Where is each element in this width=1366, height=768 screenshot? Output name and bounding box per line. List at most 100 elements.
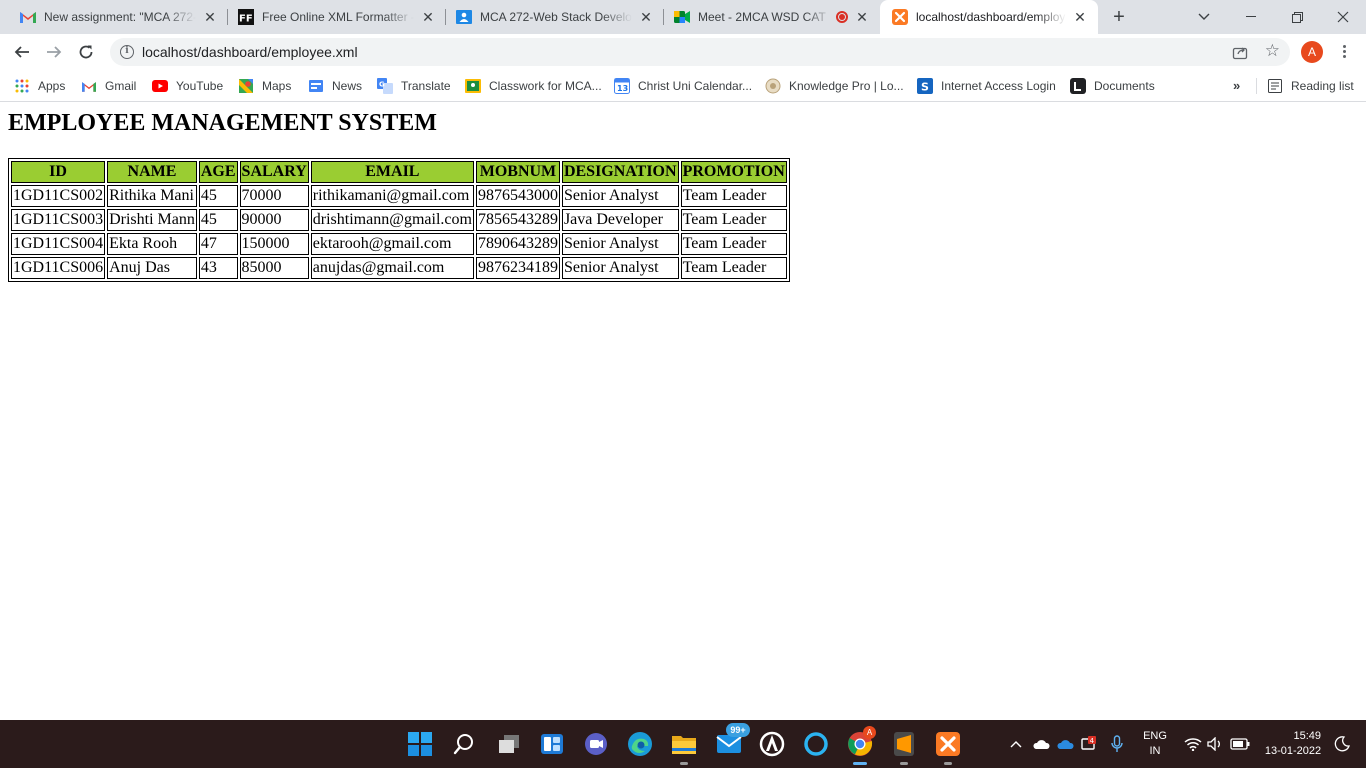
reload-button[interactable] (72, 38, 100, 66)
cell-salary: 90000 (239, 209, 309, 231)
bookmark-gmail[interactable]: Gmail (81, 76, 136, 96)
column-header-id: ID (11, 161, 106, 183)
column-header-designation: DESIGNATION (561, 161, 679, 183)
cortana-icon[interactable] (801, 729, 831, 759)
cell-age: 45 (198, 209, 238, 231)
freeformatter-icon: FF (238, 9, 254, 25)
cell-promotion: Team Leader (680, 185, 787, 207)
share-icon[interactable] (1232, 44, 1248, 60)
cell-age: 47 (198, 233, 238, 255)
bookmark-label: News (332, 79, 363, 93)
bookmark-documents[interactable]: Documents (1070, 76, 1155, 96)
bookmark-calendar[interactable]: 13 Christ Uni Calendar... (614, 76, 752, 96)
column-header-promotion: PROMOTION (680, 161, 787, 183)
task-view-icon[interactable] (494, 729, 524, 759)
gmail-icon (20, 9, 36, 25)
clock-date: 13-01-2022 (1264, 745, 1322, 757)
youtube-icon (152, 78, 168, 94)
restore-icon[interactable] (1274, 0, 1320, 34)
cell-age: 45 (198, 185, 238, 207)
close-tab-icon[interactable]: ✕ (638, 9, 654, 25)
tab-classroom[interactable]: MCA 272-Web Stack Develop ✕ (446, 0, 664, 34)
taskbar-search-icon[interactable] (449, 729, 479, 759)
tab-title: New assignment: "MCA 272- (44, 10, 196, 24)
address-bar[interactable]: i localhost/dashboard/employee.xml ☆ (110, 38, 1290, 66)
clock[interactable]: 15:49 13-01-2022 (1258, 729, 1328, 759)
tab-title: Meet - 2MCA WSD CAT (698, 10, 826, 24)
profile-avatar[interactable]: A (1301, 41, 1323, 63)
edge-icon[interactable] (625, 729, 655, 759)
bookmark-translate[interactable]: G Translate (377, 76, 451, 96)
bookmark-internet-login[interactable]: S Internet Access Login (917, 76, 1056, 96)
bookmark-knowledge-pro[interactable]: Knowledge Pro | Lo... (765, 76, 904, 96)
xampp-icon[interactable] (933, 729, 963, 765)
tab-localhost[interactable]: localhost/dashboard/employ ✕ (880, 0, 1098, 34)
bookmark-maps[interactable]: Maps (238, 76, 291, 96)
notification-moon-icon[interactable] (1328, 729, 1356, 759)
reading-list-button[interactable]: Reading list (1267, 76, 1354, 96)
cell-mobnum: 7856543289 (475, 209, 560, 231)
bookmark-classwork[interactable]: Classwork for MCA... (465, 76, 602, 96)
column-header-mobnum: MOBNUM (475, 161, 560, 183)
chrome-profile-badge: A (863, 726, 876, 739)
site-info-icon[interactable]: i (120, 45, 134, 59)
more-bookmarks-icon[interactable]: » (1233, 78, 1240, 93)
bookmark-label: Knowledge Pro | Lo... (789, 79, 904, 93)
table-row: 1GD11CS003 Drishti Mann 45 90000 drishti… (11, 209, 787, 231)
sublime-text-icon[interactable] (889, 729, 919, 765)
svg-text:FF: FF (239, 14, 253, 25)
close-tab-icon[interactable]: ✕ (1072, 9, 1088, 25)
tab-title: Free Online XML Formatter - (262, 10, 414, 24)
tab-search-icon[interactable] (1181, 0, 1227, 34)
cell-email: drishtimann@gmail.com (310, 209, 474, 231)
bookmark-label: Christ Uni Calendar... (638, 79, 753, 93)
bookmark-news[interactable]: News (308, 76, 362, 96)
mail-icon[interactable]: 99+ (714, 723, 750, 759)
minimize-icon[interactable] (1228, 0, 1274, 34)
table-header-row: ID NAME AGE SALARY EMAIL MOBNUM DESIGNAT… (11, 161, 787, 183)
bluetooth-devices-icon[interactable]: 4 (1075, 729, 1103, 759)
bookmark-label: Classwork for MCA... (489, 79, 602, 93)
recording-icon (836, 11, 848, 23)
bookmark-youtube[interactable]: YouTube (152, 76, 223, 96)
start-button[interactable] (405, 729, 435, 759)
close-tab-icon[interactable]: ✕ (202, 9, 218, 25)
teams-chat-icon[interactable] (581, 729, 611, 759)
classroom-icon (465, 78, 481, 94)
bookmark-apps[interactable]: Apps (14, 76, 65, 96)
back-button[interactable] (8, 38, 36, 66)
show-hidden-icons-chevron-icon[interactable] (1002, 729, 1030, 759)
svg-text:13: 13 (617, 84, 628, 93)
chrome-icon[interactable]: A (845, 726, 876, 765)
close-window-icon[interactable] (1320, 0, 1366, 34)
bookmark-label: Maps (262, 79, 292, 93)
page-title: EMPLOYEE MANAGEMENT SYSTEM (8, 110, 437, 136)
forward-button[interactable] (40, 38, 68, 66)
tab-title: localhost/dashboard/employ (916, 10, 1066, 24)
running-indicator (680, 762, 688, 765)
close-tab-icon[interactable]: ✕ (854, 9, 870, 25)
mail-unread-badge: 99+ (726, 723, 750, 737)
widgets-icon[interactable] (537, 729, 567, 759)
tab-meet[interactable]: Meet - 2MCA WSD CAT ✕ (664, 0, 880, 34)
cell-promotion: Team Leader (680, 257, 787, 279)
alienware-icon[interactable] (757, 729, 787, 759)
cell-mobnum: 9876543000 (475, 185, 560, 207)
windows-taskbar: 99+ A 4 ENG IN 15:49 13-01-2022 (0, 720, 1366, 768)
tab-xml-formatter[interactable]: FF Free Online XML Formatter - ✕ (228, 0, 446, 34)
url-text[interactable]: localhost/dashboard/employee.xml (142, 44, 358, 60)
file-explorer-icon[interactable] (669, 729, 699, 765)
active-indicator (853, 762, 867, 765)
microphone-icon[interactable] (1103, 729, 1131, 759)
meet-icon (674, 9, 690, 25)
new-tab-icon[interactable]: + (1109, 7, 1129, 27)
tab-gmail[interactable]: New assignment: "MCA 272- ✕ (0, 0, 228, 34)
battery-icon[interactable] (1226, 729, 1254, 759)
cell-promotion: Team Leader (680, 233, 787, 255)
menu-kebab-icon[interactable] (1337, 43, 1351, 61)
knowledge-pro-icon (765, 78, 781, 94)
close-tab-icon[interactable]: ✕ (420, 9, 436, 25)
bookmark-star-icon[interactable]: ☆ (1265, 42, 1280, 60)
cell-designation: Senior Analyst (561, 233, 679, 255)
language-indicator[interactable]: ENG IN (1139, 729, 1171, 759)
